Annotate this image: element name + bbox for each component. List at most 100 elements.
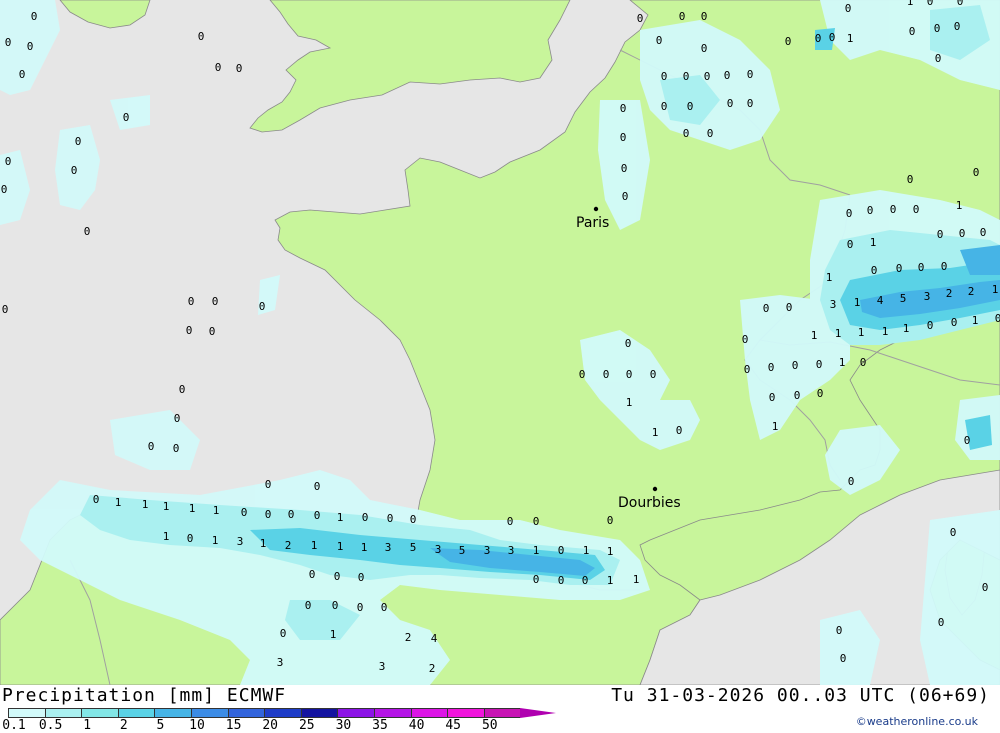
precip-value-label: 0: [622, 190, 629, 203]
precip-value-label: 1: [835, 327, 842, 340]
precip-value-label: 0: [786, 301, 793, 314]
precip-value-label: 0: [179, 383, 186, 396]
precip-value-label: 0: [2, 303, 9, 316]
legend-swatch: [373, 708, 411, 718]
legend-tick: 50: [481, 718, 498, 733]
precip-value-label: 0: [71, 164, 78, 177]
precip-value-label: 1: [311, 539, 318, 552]
legend-swatch: [337, 708, 374, 718]
precip-value-label: 1: [260, 537, 267, 550]
precip-value-label: 0: [679, 10, 686, 23]
precip-value-label: 4: [431, 632, 438, 645]
precip-value-label: 0: [959, 227, 966, 240]
precip-value-label: 0: [198, 30, 205, 43]
precip-value-label: 1: [839, 356, 846, 369]
precip-value-label: 2: [405, 631, 412, 644]
precip-value-label: 0: [241, 506, 248, 519]
precip-value-label: 0: [937, 228, 944, 241]
precip-value-label: 0: [259, 300, 266, 313]
precip-value-label: 1: [652, 426, 659, 439]
precip-value-label: 0: [236, 62, 243, 75]
precip-value-label: 1: [163, 530, 170, 543]
legend-tick: 0.5: [38, 718, 63, 733]
legend-arrow: [520, 708, 557, 718]
precipitation-legend: [8, 708, 557, 718]
precip-value-label: 3: [237, 535, 244, 548]
legend-swatch: [264, 708, 301, 718]
precip-value-label: 3: [508, 544, 515, 557]
precip-value-label: 0: [381, 601, 388, 614]
city-label-paris: Paris: [576, 215, 609, 231]
precip-value-label: 0: [941, 260, 948, 273]
precip-value-label: 0: [187, 532, 194, 545]
precip-value-label: 0: [954, 20, 961, 33]
precip-value-label: 1: [115, 496, 122, 509]
legend-swatch: [81, 708, 118, 718]
map-title: Precipitation [mm] ECMWF: [2, 685, 287, 706]
legend-tick: 45: [445, 718, 462, 733]
precip-value-label: 1: [533, 544, 540, 557]
legend-swatch: [300, 708, 338, 718]
precip-value-label: 3: [435, 543, 442, 556]
credit-link[interactable]: ©weatheronline.co.uk: [856, 715, 978, 728]
precip-value-label: 0: [701, 10, 708, 23]
precip-value-label: 1: [956, 199, 963, 212]
precip-value-label: 0: [982, 581, 989, 594]
precip-value-label: 0: [815, 32, 822, 45]
precip-value-label: 3: [830, 298, 837, 311]
legend-tick: 20: [262, 718, 279, 733]
precip-value-label: 3: [484, 544, 491, 557]
precip-value-label: 0: [935, 52, 942, 65]
precip-value-label: 0: [19, 68, 26, 81]
precip-value-label: 1: [330, 628, 337, 641]
precip-value-label: 1: [907, 0, 914, 8]
precip-value-label: 0: [579, 368, 586, 381]
precip-value-label: 0: [847, 238, 854, 251]
precip-value-label: 1: [826, 271, 833, 284]
precip-value-label: 0: [314, 480, 321, 493]
precip-value-label: 0: [621, 162, 628, 175]
precip-value-label: 3: [277, 656, 284, 669]
precip-value-label: 0: [305, 599, 312, 612]
legend-swatch: [483, 708, 521, 718]
precip-value-label: 0: [215, 61, 222, 74]
precip-value-label: 0: [387, 512, 394, 525]
precip-value-label: 0: [964, 434, 971, 447]
precip-value-label: 0: [845, 2, 852, 15]
precip-value-label: 0: [724, 69, 731, 82]
precip-value-label: 0: [848, 475, 855, 488]
precip-value-label: 0: [896, 262, 903, 275]
precip-value-label: 0: [656, 34, 663, 47]
precip-value-label: 3: [379, 660, 386, 673]
precipitation-map: 0 0 0 0 0 0 0 0 0 0 0 0 0 0 0 0 0 0 0 0 0 0 0 0 0 0 0 0 0 0 0 0 0 0 0 0 0 0 0 0…: [0, 0, 1000, 685]
legend-tick: 25: [298, 718, 315, 733]
precip-value-label: 0: [31, 10, 38, 23]
legend-swatch: [8, 708, 45, 718]
precip-value-label: 1: [142, 498, 149, 511]
precip-value-label: 5: [900, 292, 907, 305]
precip-value-label: 0: [625, 337, 632, 350]
precip-value-label: 0: [84, 225, 91, 238]
precip-value-label: 1: [903, 322, 910, 335]
precip-value-label: 0: [358, 571, 365, 584]
precip-value-label: 0: [661, 100, 668, 113]
precip-value-label: 0: [209, 325, 216, 338]
precip-value-label: 1: [212, 534, 219, 547]
precip-value-label: 0: [533, 515, 540, 528]
precip-value-label: 0: [288, 508, 295, 521]
precip-value-label: 1: [607, 545, 614, 558]
legend-tick: 2: [119, 718, 128, 733]
precip-value-label: 0: [27, 40, 34, 53]
legend-tick: 0.1: [2, 718, 26, 733]
precip-value-label: 0: [661, 70, 668, 83]
city-dot-paris: [593, 206, 599, 212]
precip-value-label: 0: [829, 31, 836, 44]
precip-value-label: 0: [626, 368, 633, 381]
legend-swatch: [410, 708, 448, 718]
precip-value-label: 0: [763, 302, 770, 315]
precip-value-label: 0: [747, 68, 754, 81]
precip-value-label: 0: [792, 359, 799, 372]
legend-tick: 30: [335, 718, 352, 733]
legend-swatch: [447, 708, 484, 718]
precip-value-label: 0: [123, 111, 130, 124]
